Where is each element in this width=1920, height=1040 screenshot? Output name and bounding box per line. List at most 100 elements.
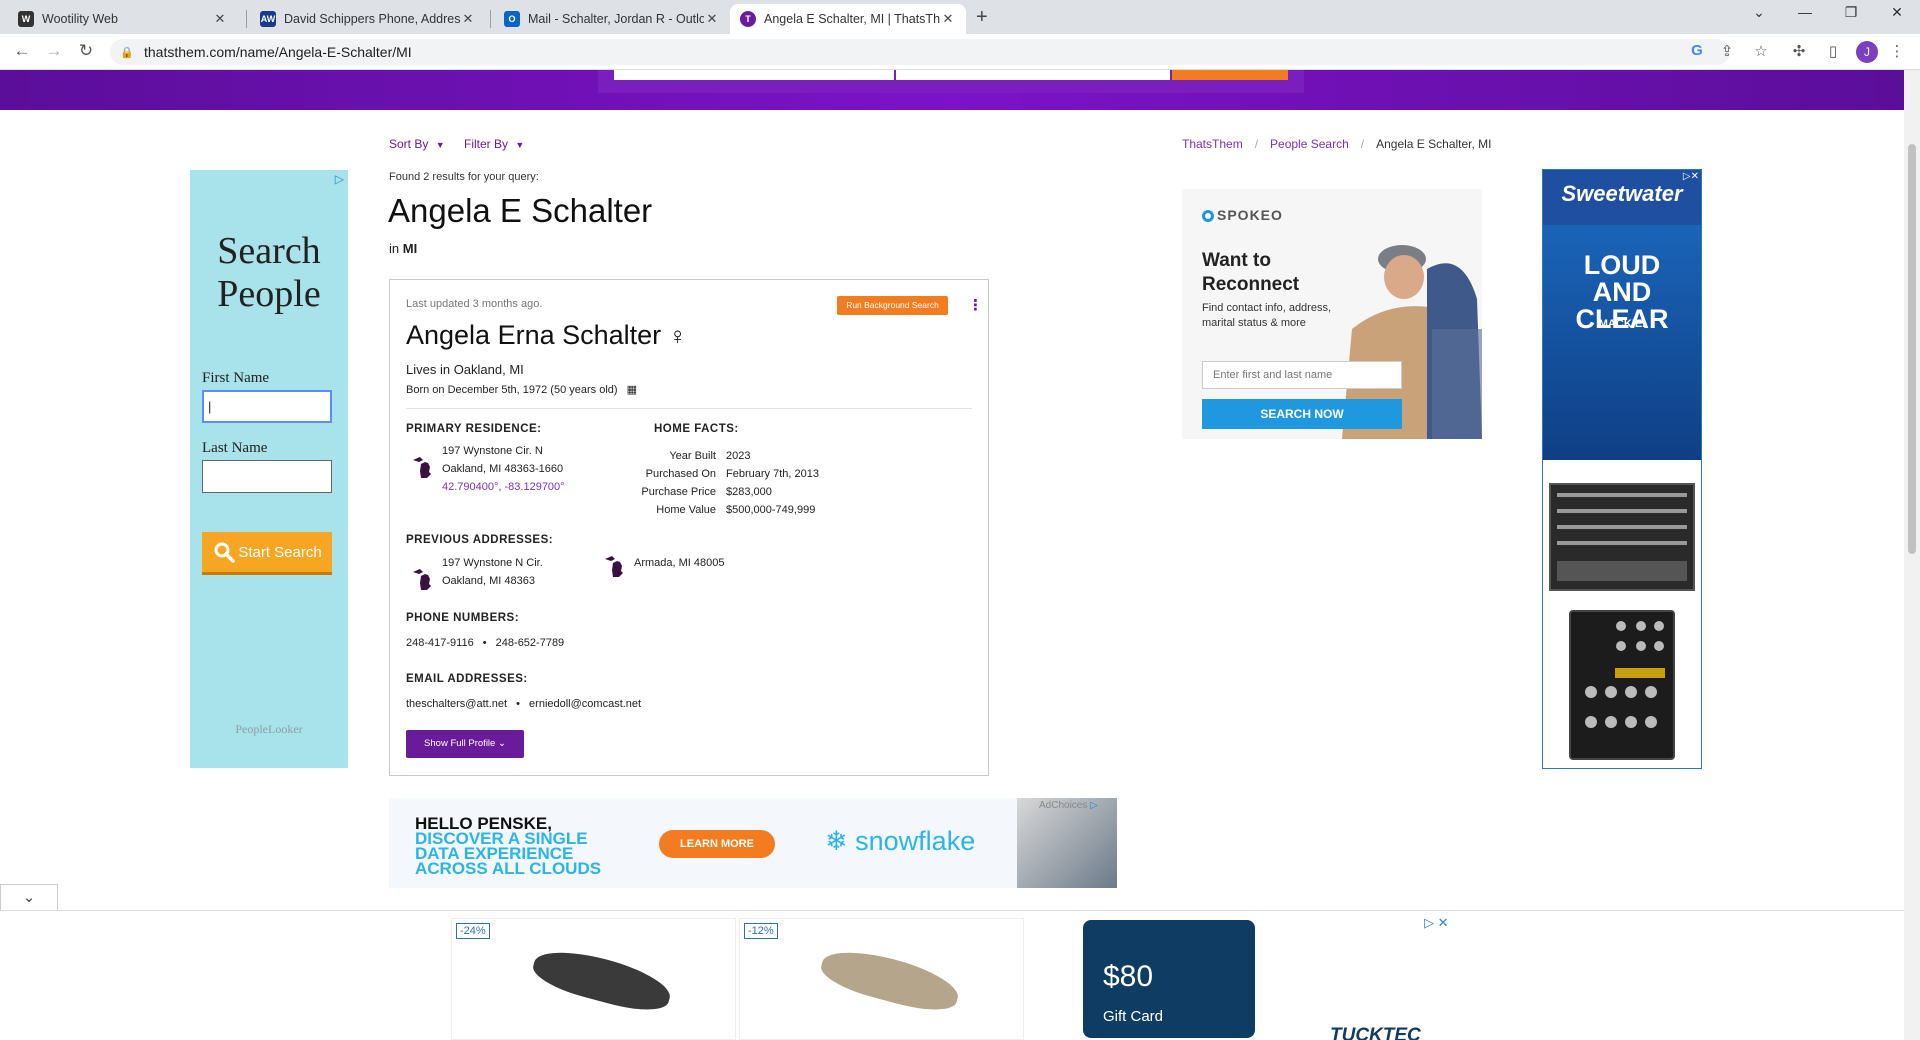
ad-close-icon[interactable]: ▷ ✕ — [1424, 915, 1449, 931]
close-tab-icon[interactable]: ✕ — [704, 11, 720, 27]
mixer-knobs-image — [1585, 621, 1665, 728]
fact-key: Year Built — [669, 450, 716, 462]
kayak-image — [528, 941, 676, 1019]
spokeo-ad[interactable]: SPOKEO Want to Reconnect Find contact in… — [1182, 189, 1482, 439]
page-title: Angela E Schalter — [388, 192, 653, 229]
last-name-field[interactable] — [202, 460, 332, 493]
phone-list: 248-417-9116 • 248-652-7789 — [406, 637, 564, 649]
primary-address-line1: 197 Wynstone Cir. N — [442, 445, 543, 457]
lives-in-text: Lives in Oakland, MI — [406, 362, 524, 377]
fact-key: Purchase Price — [641, 486, 716, 498]
close-tab-icon[interactable]: ✕ — [212, 11, 228, 27]
profile-avatar[interactable]: J — [1856, 41, 1878, 63]
run-background-search-button[interactable]: Run Background Search — [837, 296, 948, 315]
breadcrumb: ThatsThem / People Search / Angela E Sch… — [1182, 137, 1492, 151]
minimize-icon[interactable]: — — [1790, 4, 1820, 20]
adchoices-label: AdChoices — [1039, 800, 1088, 811]
tab-title: Angela E Schalter, MI | ThatsThem — [764, 12, 940, 26]
header-name-input[interactable] — [614, 70, 894, 80]
back-arrow-icon[interactable]: ← — [10, 41, 34, 61]
snowflake-headline: HELLO PENSKE, DISCOVER A SINGLE DATA EXP… — [415, 815, 601, 877]
email-link[interactable]: theschalters@att.net — [406, 698, 507, 710]
breadcrumb-people-search-link[interactable]: People Search — [1270, 137, 1349, 151]
tab-search-chevron-icon[interactable]: ⌄ — [1744, 4, 1774, 21]
snowflake-ad[interactable]: HELLO PENSKE, DISCOVER A SINGLE DATA EXP… — [389, 798, 1117, 888]
home-facts-table: Year Built 2023 Purchased On February 7t… — [640, 447, 819, 519]
spokeo-name-input[interactable]: Enter first and last name — [1202, 361, 1402, 389]
show-full-profile-button[interactable]: Show Full Profile ⌄ — [406, 730, 524, 758]
side-panel-icon[interactable]: ▯ — [1822, 42, 1844, 60]
phone-number-link[interactable]: 248-652-7789 — [496, 637, 565, 649]
scrollbar-thumb[interactable] — [1908, 144, 1916, 554]
browser-toolbar: ← → ↻ 🔒 thatsthem.com/name/Angela-E-Scha… — [0, 34, 1920, 70]
google-lens-icon[interactable]: G — [1686, 42, 1708, 59]
phone-numbers-heading: PHONE NUMBERS: — [406, 612, 520, 624]
primary-coordinates-link[interactable]: 42.790400°, -83.129700° — [442, 478, 565, 496]
page-scrollbar[interactable] — [1904, 70, 1920, 1040]
tab-title: David Schippers Phone, Address — [284, 12, 460, 26]
in-prefix: in — [389, 241, 400, 256]
header-search-button[interactable] — [1172, 70, 1288, 80]
tab-outlook-mail[interactable]: O Mail - Schalter, Jordan R - Outloo ✕ — [494, 4, 730, 34]
extensions-puzzle-icon[interactable]: ✣ — [1788, 42, 1810, 60]
home-fact-row: Home Value $500,000-749,999 — [640, 501, 819, 519]
spokeo-headline: Want to Reconnect — [1202, 249, 1299, 297]
spokeo-description: Find contact info, address, marital stat… — [1202, 302, 1332, 329]
show-full-profile-label: Show Full Profile — [424, 738, 496, 749]
breadcrumb-separator: / — [1254, 137, 1259, 151]
breadcrumb-home-link[interactable]: ThatsThem — [1182, 137, 1243, 151]
kayak-product-1[interactable]: -24% — [451, 918, 736, 1040]
sort-by-dropdown[interactable]: Sort By ▼ — [389, 137, 445, 151]
address-bar[interactable]: 🔒 thatsthem.com/name/Angela-E-Schalter/M… — [110, 39, 1730, 65]
mackie-logo: MACKIE. — [1598, 318, 1646, 330]
tab-david-schippers[interactable]: AW David Schippers Phone, Address ✕ — [250, 4, 486, 34]
fact-key: Purchased On — [645, 468, 716, 480]
close-window-icon[interactable]: ✕ — [1882, 4, 1912, 21]
phone-number-link[interactable]: 248-417-9116 — [406, 637, 474, 649]
header-search-panel — [598, 70, 1304, 93]
email-link[interactable]: erniedoll@comcast.net — [529, 698, 641, 710]
bookmark-star-icon[interactable]: ☆ — [1750, 42, 1772, 60]
tab-separator — [490, 10, 491, 28]
collapse-ad-chevron-icon[interactable]: ⌄ — [0, 884, 58, 911]
adchoices-link[interactable]: AdChoices ▷ — [1039, 800, 1098, 811]
forward-arrow-icon[interactable]: → — [42, 41, 66, 61]
close-tab-icon[interactable]: ✕ — [940, 11, 956, 27]
first-name-field[interactable]: | — [202, 390, 332, 423]
close-tab-icon[interactable]: ✕ — [460, 11, 476, 27]
tab-title: Wootility Web — [42, 12, 118, 26]
sweetwater-logo: Sweetwater — [1543, 170, 1701, 225]
sweetwater-ad[interactable]: Sweetwater ▷✕ LOUD AND CLEAR MACKIE. — [1542, 169, 1702, 769]
new-tab-button[interactable]: + — [976, 6, 988, 29]
tucktec-logo[interactable]: TUCKTEC — [1330, 1025, 1421, 1040]
adchoices-close-icon[interactable]: ▷✕ — [1683, 171, 1699, 182]
kayak-product-2[interactable]: -12% — [739, 918, 1024, 1040]
outlook-favicon-icon: O — [504, 11, 520, 27]
start-search-button[interactable]: Start Search — [202, 532, 332, 575]
spokeo-search-button[interactable]: SEARCH NOW — [1202, 399, 1402, 429]
home-fact-row: Purchased On February 7th, 2013 — [640, 465, 819, 483]
learn-more-button[interactable]: LEARN MORE — [659, 830, 775, 858]
adchoices-icon[interactable]: ▷ — [335, 172, 344, 186]
maximize-icon[interactable]: ❐ — [1836, 4, 1866, 21]
snowflake-logo: ❄ snowflake — [825, 826, 975, 857]
filter-by-dropdown[interactable]: Filter By ▼ — [464, 137, 524, 151]
chrome-menu-kebab-icon[interactable]: ⋮ — [1886, 42, 1908, 60]
home-facts-heading: HOME FACTS: — [654, 423, 739, 435]
born-text: Born on December 5th, 1972 (50 years old… — [406, 383, 637, 396]
header-location-input[interactable] — [896, 70, 1170, 80]
share-icon[interactable]: ⇪ — [1716, 42, 1738, 60]
reload-icon[interactable]: ↻ — [74, 41, 98, 61]
card-menu-kebab-icon[interactable]: ⋮ — [968, 296, 983, 314]
person-result-card: Last updated 3 months ago. Run Backgroun… — [389, 279, 989, 776]
person-name: Angela Erna Schalter ♀ — [406, 320, 687, 351]
gift-card-product[interactable]: $80 Gift Card — [1083, 920, 1255, 1038]
bullet-separator: • — [482, 637, 487, 649]
tab-thatsthem[interactable]: T Angela E Schalter, MI | ThatsThem ✕ — [730, 4, 966, 34]
chevron-down-icon: ⌄ — [497, 738, 506, 749]
aw-favicon-icon: AW — [260, 11, 276, 27]
results-count: Found 2 results for your query: — [389, 171, 539, 183]
tab-wootility[interactable]: W Wootility Web ✕ — [8, 4, 238, 34]
chevron-down-icon: ▼ — [435, 140, 445, 150]
peoplelooker-ad[interactable]: ▷ Search People First Name | Last Name S… — [190, 170, 348, 768]
